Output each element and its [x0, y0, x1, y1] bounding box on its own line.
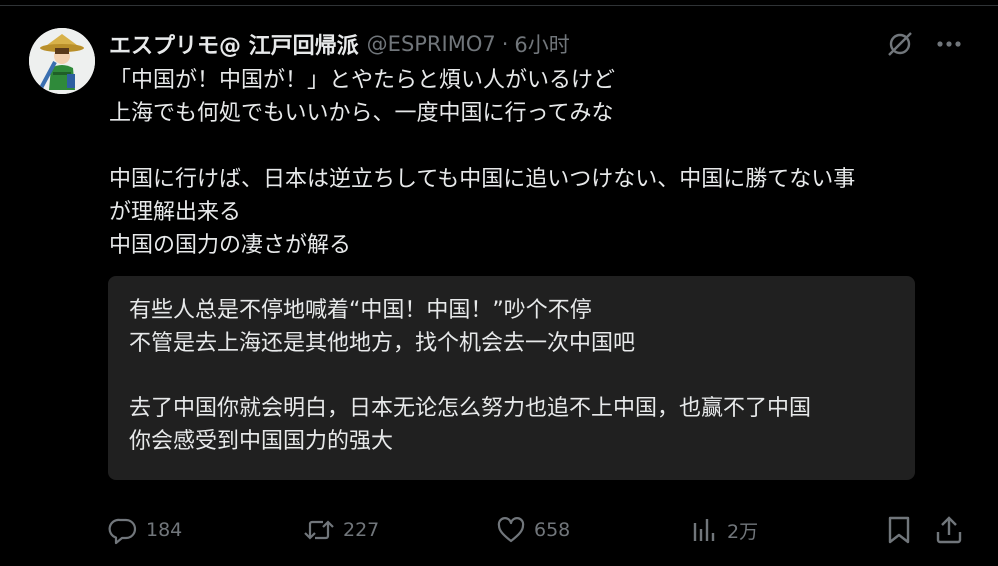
top-divider — [0, 0, 998, 6]
tweet-line: 中国の国力の凄さが解る — [109, 233, 352, 258]
translation-box: 有些人总是不停地喊着“中国！中国！”吵个不停 不管是去上海还是其他地方，找个机会… — [108, 276, 915, 480]
retweet-icon — [304, 520, 334, 540]
bookmark-icon — [888, 516, 910, 544]
share-button[interactable] — [934, 512, 964, 548]
tweet-card[interactable]: エスプリモ@ 江戸回帰派 @ESPRIMO7 · 6小时 「中国が！中国が！」と… — [0, 0, 998, 566]
like-count: 658 — [534, 519, 571, 541]
author-handle[interactable]: @ESPRIMO7 — [367, 32, 496, 56]
reply-button[interactable]: 184 — [108, 512, 182, 548]
views-button[interactable]: 2万 — [691, 512, 758, 548]
tweet-timestamp[interactable]: 6小时 — [514, 29, 569, 59]
views-bar-chart-icon — [693, 519, 715, 541]
tweet-line: 中国に行けば、日本は逆立ちしても中国に追いつけない、中国に勝てない事 — [109, 167, 856, 192]
translation-line: 你会感受到中国国力的强大 — [129, 429, 394, 454]
avatar[interactable] — [29, 28, 95, 94]
translation-line: 去了中国你就会明白，日本无论怎么努力也追不上中国，也赢不了中国 — [129, 396, 812, 421]
views-count: 2万 — [727, 520, 759, 543]
bookmark-button[interactable] — [885, 512, 913, 548]
translation-line: 不管是去上海还是其他地方，找个机会去一次中国吧 — [129, 331, 636, 356]
retweet-count: 227 — [343, 519, 380, 541]
heart-icon — [497, 517, 525, 543]
header-actions — [886, 30, 962, 58]
tweet-line: 上海でも何処でもいいから、一度中国に行ってみな — [109, 101, 614, 126]
tweet-line: 「中国が！中国が！」とやたらと煩い人がいるけど — [109, 68, 616, 93]
reply-icon — [108, 518, 137, 545]
meta-separator: · — [501, 32, 509, 56]
like-button[interactable]: 658 — [496, 512, 570, 548]
grok-icon[interactable] — [886, 30, 914, 58]
tweet-line: が理解出来る — [109, 200, 242, 225]
tweet-body: 「中国が！中国が！」とやたらと煩い人がいるけど 上海でも何処でもいいから、一度中… — [109, 64, 969, 262]
more-dots-icon[interactable] — [936, 40, 962, 48]
author-display-name[interactable]: エスプリモ@ 江戸回帰派 — [109, 28, 359, 60]
retweet-button[interactable]: 227 — [303, 512, 379, 548]
share-icon — [936, 516, 962, 544]
action-bar: 184 227 658 2万 — [108, 512, 964, 548]
avatar-illustration — [29, 28, 95, 94]
translation-line: 有些人总是不停地喊着“中国！中国！”吵个不停 — [129, 298, 592, 323]
reply-count: 184 — [146, 519, 183, 541]
tweet-header: エスプリモ@ 江戸回帰派 @ESPRIMO7 · 6小时 — [109, 28, 570, 60]
